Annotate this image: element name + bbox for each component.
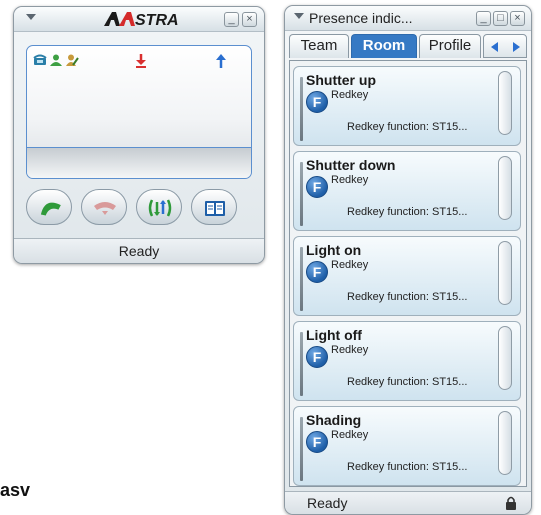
window-title: Presence indic... xyxy=(309,10,413,26)
tab-scroll-right-icon[interactable] xyxy=(508,40,522,54)
display-input-area[interactable] xyxy=(27,147,251,178)
card-scrollbar[interactable] xyxy=(498,241,512,305)
card-divider xyxy=(300,162,303,226)
user-presence-icon xyxy=(50,54,62,66)
card-divider xyxy=(300,332,303,396)
presence-status-bar: Ready xyxy=(285,491,531,514)
phonebook-button[interactable] xyxy=(191,189,237,225)
tab-bar: Team Room Profile xyxy=(289,34,527,60)
phonebook-icon xyxy=(205,201,225,216)
close-button[interactable]: × xyxy=(242,12,257,27)
card-type: Redkey xyxy=(331,89,369,101)
card-divider xyxy=(300,417,303,481)
aastra-logo: STRA xyxy=(104,12,179,28)
card-function: Redkey function: ST15... xyxy=(347,121,468,133)
card-divider xyxy=(300,77,303,141)
card-type: Redkey xyxy=(331,174,369,186)
tab-scroll-left-icon[interactable] xyxy=(489,40,503,54)
function-badge-icon: F xyxy=(306,176,328,198)
tab-room[interactable]: Room xyxy=(351,34,417,58)
card-type: Redkey xyxy=(331,344,369,356)
card-scrollbar[interactable] xyxy=(498,156,512,220)
minimize-button[interactable]: _ xyxy=(476,11,491,26)
function-badge-icon: F xyxy=(306,261,328,283)
room-card-shutter-down[interactable]: Shutter down F Redkey Redkey function: S… xyxy=(293,151,521,231)
hang-up-button[interactable] xyxy=(81,189,127,225)
answer-call-button[interactable] xyxy=(26,189,72,225)
status-text: Ready xyxy=(307,495,348,511)
incoming-call-arrow-icon xyxy=(136,54,146,68)
function-badge-icon: F xyxy=(306,91,328,113)
room-card-light-off[interactable]: Light off F Redkey Redkey function: ST15… xyxy=(293,321,521,401)
card-scrollbar[interactable] xyxy=(498,411,512,475)
card-function: Redkey function: ST15... xyxy=(347,291,468,303)
tab-profile[interactable]: Profile xyxy=(419,34,481,58)
card-name: Shading xyxy=(306,412,362,428)
tab-team[interactable]: Team xyxy=(289,34,349,58)
phone-titlebar[interactable]: STRA _ × xyxy=(14,7,264,32)
tab-scroll-buttons xyxy=(483,34,527,58)
presence-titlebar[interactable]: Presence indic... _ □ × xyxy=(285,6,531,31)
function-badge-icon: F xyxy=(306,431,328,453)
window-menu-icon[interactable] xyxy=(294,13,304,19)
presence-window: Presence indic... _ □ × Team Room Profil… xyxy=(284,5,532,515)
close-button[interactable]: × xyxy=(510,11,525,26)
phone-status-bar: Ready xyxy=(14,238,264,263)
hang-up-icon xyxy=(94,202,116,215)
card-name: Shutter down xyxy=(306,157,396,173)
function-badge-icon: F xyxy=(306,346,328,368)
card-function: Redkey function: ST15... xyxy=(347,461,468,473)
card-type: Redkey xyxy=(331,259,369,271)
minimize-button[interactable]: _ xyxy=(224,12,239,27)
phone-window: STRA _ × Ready xyxy=(13,6,265,264)
card-scrollbar[interactable] xyxy=(498,326,512,390)
card-function: Redkey function: ST15... xyxy=(347,376,468,388)
transfer-button[interactable] xyxy=(136,189,182,225)
corner-label: asv xyxy=(0,480,31,500)
answer-call-icon xyxy=(40,202,61,216)
window-menu-icon[interactable] xyxy=(26,14,36,20)
maximize-button[interactable]: □ xyxy=(493,11,508,26)
svg-text:STRA: STRA xyxy=(135,12,179,28)
card-name: Light on xyxy=(306,242,362,258)
room-card-light-on[interactable]: Light on F Redkey Redkey function: ST15.… xyxy=(293,236,521,316)
lock-icon[interactable] xyxy=(505,496,517,510)
card-name: Shutter up xyxy=(306,72,376,88)
outgoing-call-arrow-icon xyxy=(216,54,226,68)
user-edit-icon xyxy=(66,54,79,66)
room-card-shading[interactable]: Shading F Redkey Redkey function: ST15..… xyxy=(293,406,521,486)
phone-display xyxy=(26,45,252,179)
card-name: Light off xyxy=(306,327,362,343)
card-scrollbar[interactable] xyxy=(498,71,512,135)
room-list: Shutter up F Redkey Redkey function: ST1… xyxy=(289,60,527,487)
card-type: Redkey xyxy=(331,429,369,441)
card-function: Redkey function: ST15... xyxy=(347,206,468,218)
transfer-icon xyxy=(148,199,172,217)
card-divider xyxy=(300,247,303,311)
phone-status-icon xyxy=(33,54,47,65)
room-card-shutter-up[interactable]: Shutter up F Redkey Redkey function: ST1… xyxy=(293,66,521,146)
